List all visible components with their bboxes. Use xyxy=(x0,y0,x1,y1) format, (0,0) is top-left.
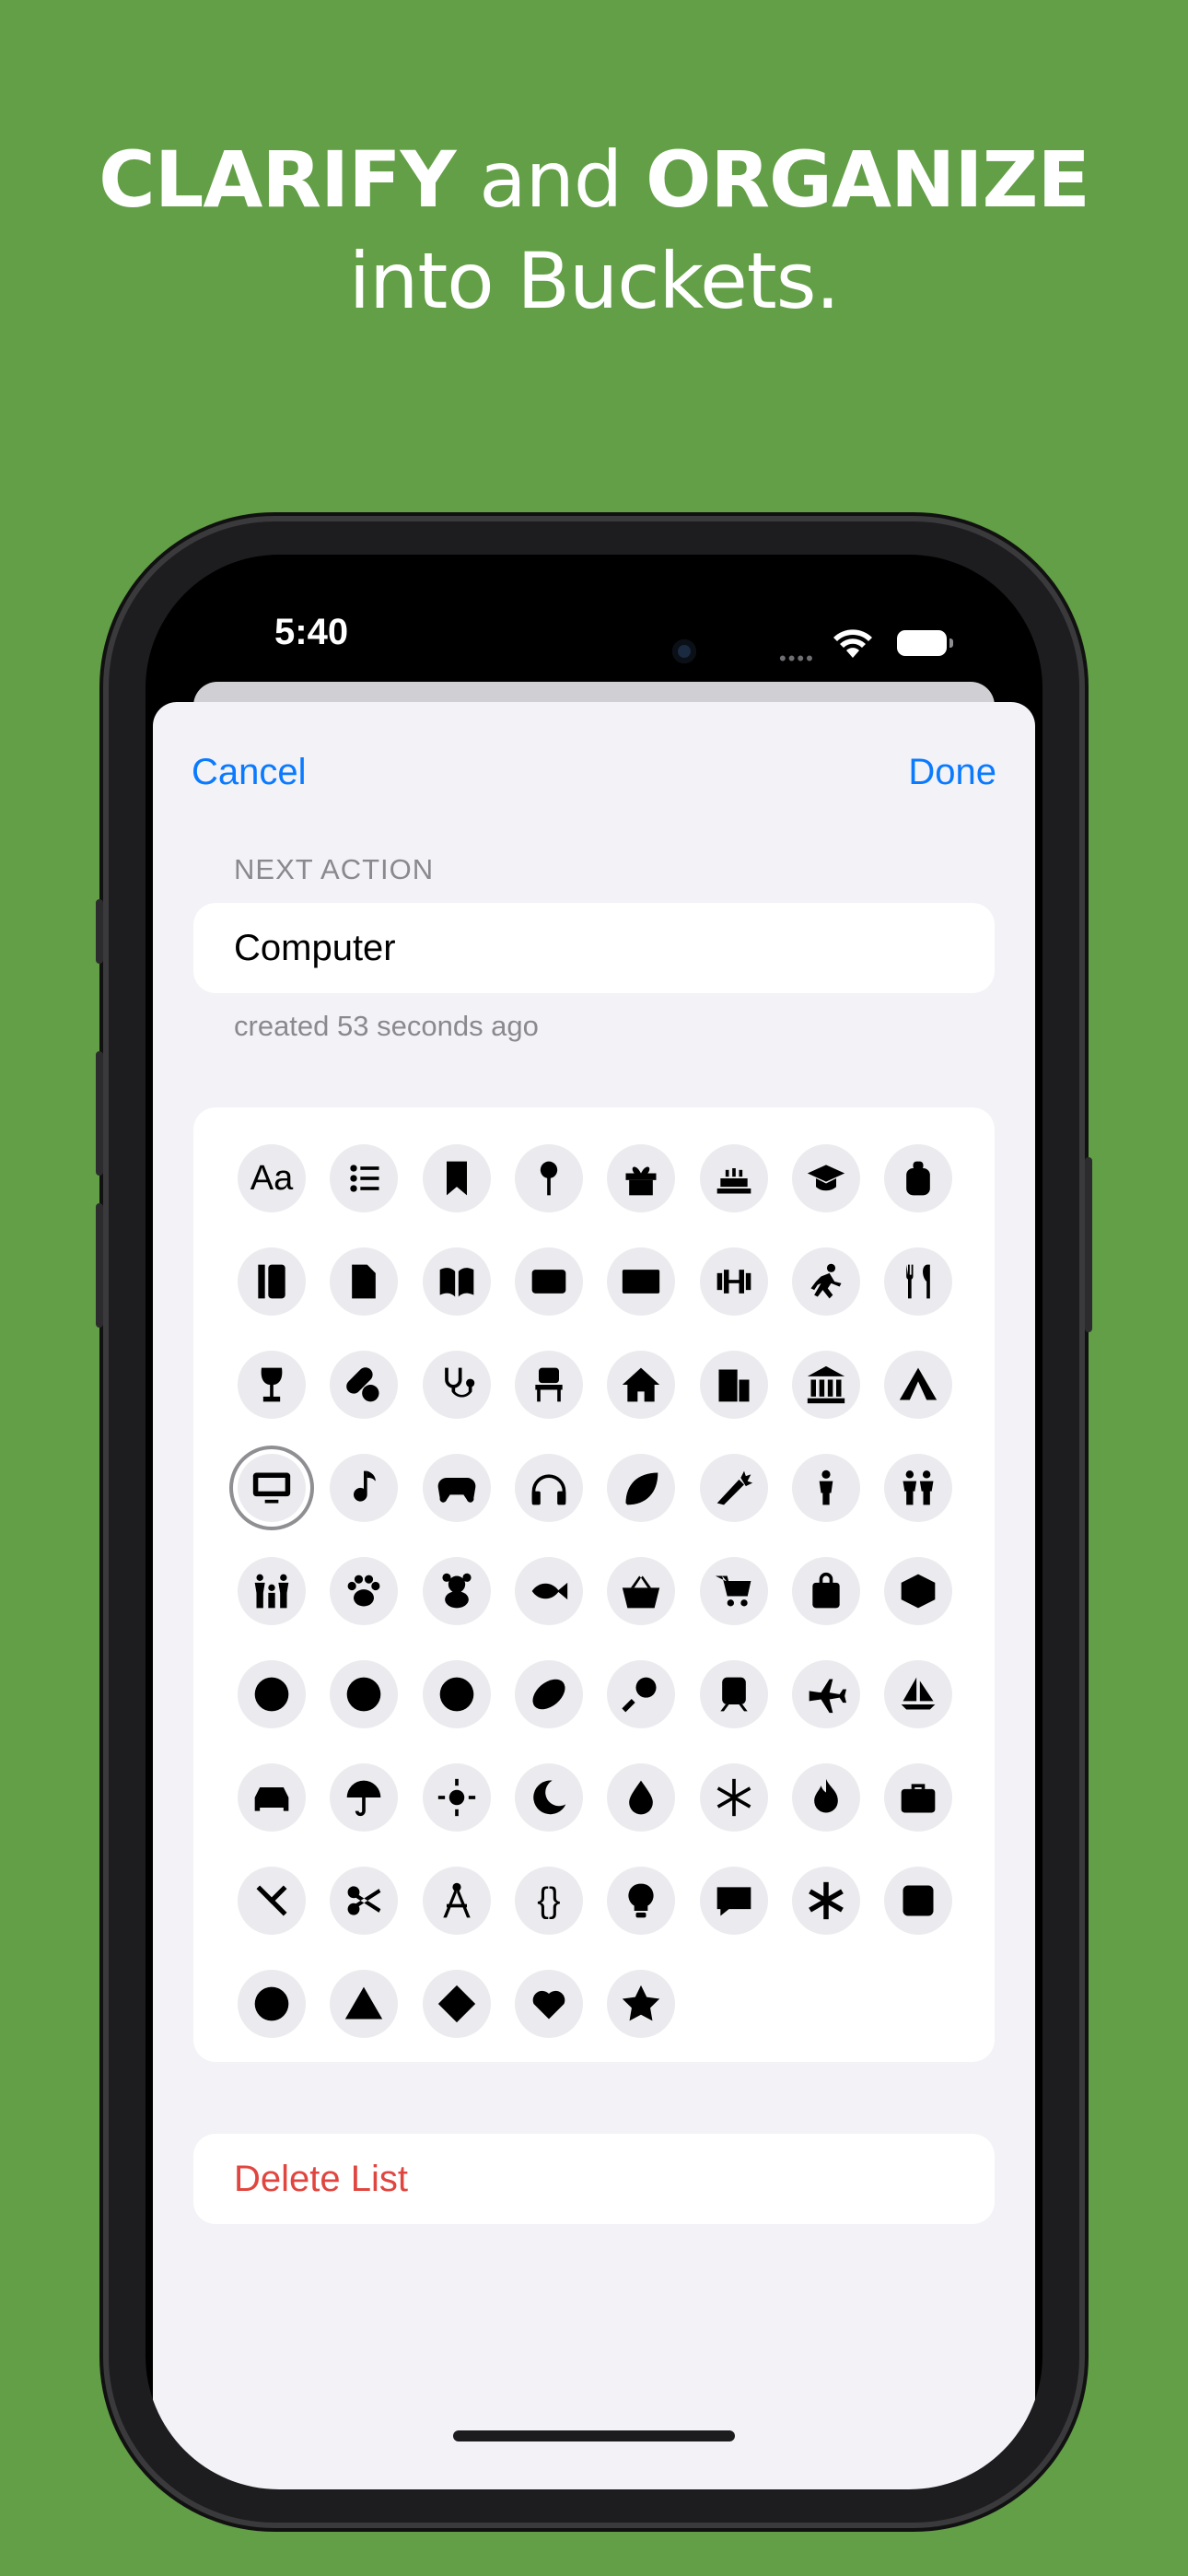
status-time: 5:40 xyxy=(274,612,349,652)
document-icon[interactable] xyxy=(330,1247,399,1316)
ruler-icon[interactable] xyxy=(238,1247,306,1316)
moon-icon[interactable] xyxy=(514,1763,583,1832)
gift-icon[interactable] xyxy=(607,1144,676,1212)
tennis-racket-icon[interactable] xyxy=(607,1660,676,1728)
text-icon[interactable]: Aa xyxy=(238,1144,306,1212)
phone-side-button xyxy=(96,1203,103,1328)
paw-icon[interactable] xyxy=(330,1557,399,1625)
lightbulb-icon[interactable] xyxy=(607,1867,676,1935)
computer-icon[interactable] xyxy=(238,1454,306,1522)
baseball-icon[interactable] xyxy=(330,1660,399,1728)
dumbbell-icon[interactable] xyxy=(699,1247,768,1316)
football-icon[interactable] xyxy=(514,1660,583,1728)
cart-icon[interactable] xyxy=(699,1557,768,1625)
fork-knife-icon[interactable] xyxy=(884,1247,953,1316)
list-icon[interactable] xyxy=(330,1144,399,1212)
compass-icon[interactable] xyxy=(422,1867,491,1935)
headline-line-2: into Buckets. xyxy=(348,236,840,326)
train-icon[interactable] xyxy=(699,1660,768,1728)
stethoscope-icon[interactable] xyxy=(422,1351,491,1419)
two-people-icon[interactable] xyxy=(884,1454,953,1522)
headline: CLARIFY and ORGANIZE into Buckets. xyxy=(0,129,1188,332)
phone-screen: 5:40 •••• Cancel Done NEXT ACTION Comput… xyxy=(146,555,1042,2489)
heart-icon[interactable] xyxy=(514,1970,583,2038)
drop-icon[interactable] xyxy=(607,1763,676,1832)
delete-list-button[interactable]: Delete List xyxy=(193,2134,995,2224)
snowflake-icon[interactable] xyxy=(699,1763,768,1832)
building-icon[interactable] xyxy=(699,1351,768,1419)
wifi-icon xyxy=(833,629,872,658)
headline-bold-1: CLARIFY xyxy=(99,135,456,225)
bookmark-icon[interactable] xyxy=(422,1144,491,1212)
square-icon[interactable] xyxy=(884,1867,953,1935)
person-icon[interactable] xyxy=(791,1454,860,1522)
flame-icon[interactable] xyxy=(791,1763,860,1832)
phone-side-button xyxy=(1085,1157,1092,1332)
headline-mid: and xyxy=(455,135,646,225)
gamepad-icon[interactable] xyxy=(422,1454,491,1522)
phone-side-button xyxy=(96,899,103,964)
basketball-icon[interactable] xyxy=(422,1660,491,1728)
scissors-icon[interactable] xyxy=(330,1867,399,1935)
created-timestamp: created 53 seconds ago xyxy=(234,1010,539,1042)
soccer-ball-icon[interactable] xyxy=(238,1660,306,1728)
bank-icon[interactable] xyxy=(791,1351,860,1419)
tent-icon[interactable] xyxy=(884,1351,953,1419)
cake-icon[interactable] xyxy=(699,1144,768,1212)
cancel-button[interactable]: Cancel xyxy=(192,752,307,793)
pills-icon[interactable] xyxy=(330,1351,399,1419)
book-icon[interactable] xyxy=(422,1247,491,1316)
speech-bubble-icon[interactable] xyxy=(699,1867,768,1935)
bag-icon[interactable] xyxy=(791,1557,860,1625)
running-icon[interactable] xyxy=(791,1247,860,1316)
icon-picker: Aa {} xyxy=(193,1107,995,2062)
wine-glass-icon[interactable] xyxy=(238,1351,306,1419)
sun-icon[interactable] xyxy=(422,1763,491,1832)
fish-icon[interactable] xyxy=(514,1557,583,1625)
teddy-bear-icon[interactable] xyxy=(422,1557,491,1625)
basket-icon[interactable] xyxy=(607,1557,676,1625)
circle-icon[interactable] xyxy=(238,1970,306,2038)
tools-icon[interactable] xyxy=(238,1867,306,1935)
diamond-icon[interactable] xyxy=(422,1970,491,2038)
headphones-icon[interactable] xyxy=(514,1454,583,1522)
car-icon[interactable] xyxy=(238,1763,306,1832)
umbrella-icon[interactable] xyxy=(330,1763,399,1832)
leaf-icon[interactable] xyxy=(607,1454,676,1522)
camera-icon xyxy=(672,639,696,663)
banknote-icon[interactable] xyxy=(607,1247,676,1316)
section-label: NEXT ACTION xyxy=(234,853,435,885)
credit-card-icon[interactable] xyxy=(514,1247,583,1316)
signal-dots-icon: •••• xyxy=(779,647,815,670)
home-indicator[interactable] xyxy=(453,2430,735,2441)
asterisk-icon[interactable] xyxy=(791,1867,860,1935)
edit-list-sheet: Cancel Done NEXT ACTION Computer created… xyxy=(153,702,1035,2489)
pin-icon[interactable] xyxy=(514,1144,583,1212)
braces-icon[interactable]: {} xyxy=(514,1867,583,1935)
done-button[interactable]: Done xyxy=(908,752,996,793)
chair-icon[interactable] xyxy=(514,1351,583,1419)
headline-bold-2: ORGANIZE xyxy=(645,135,1090,225)
list-name-field[interactable]: Computer xyxy=(193,903,995,993)
carrot-icon[interactable] xyxy=(699,1454,768,1522)
music-note-icon[interactable] xyxy=(330,1454,399,1522)
sailboat-icon[interactable] xyxy=(884,1660,953,1728)
airplane-icon[interactable] xyxy=(791,1660,860,1728)
phone-frame: 5:40 •••• Cancel Done NEXT ACTION Comput… xyxy=(96,521,1092,2523)
battery-icon xyxy=(897,630,953,656)
star-icon[interactable] xyxy=(607,1970,676,2038)
house-icon[interactable] xyxy=(607,1351,676,1419)
backpack-icon[interactable] xyxy=(884,1144,953,1212)
phone-side-button xyxy=(96,1051,103,1176)
graduation-cap-icon[interactable] xyxy=(791,1144,860,1212)
triangle-icon[interactable] xyxy=(330,1970,399,2038)
status-bar: 5:40 •••• xyxy=(146,555,1042,674)
family-icon[interactable] xyxy=(238,1557,306,1625)
box-icon[interactable] xyxy=(884,1557,953,1625)
briefcase-icon[interactable] xyxy=(884,1763,953,1832)
